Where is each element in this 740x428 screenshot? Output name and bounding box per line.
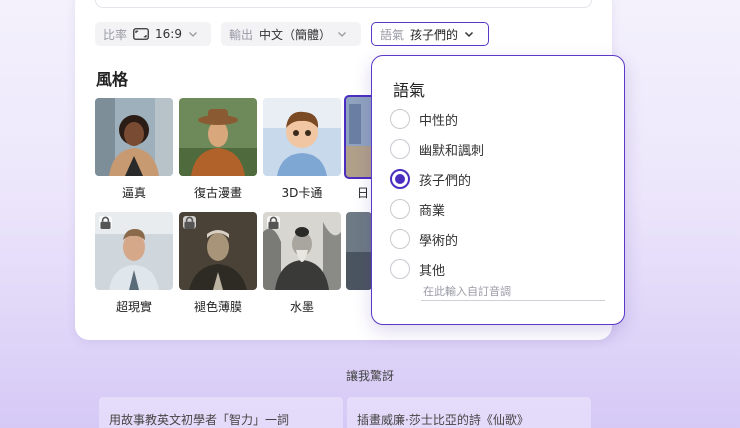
radio-button[interactable]: [390, 229, 410, 249]
radio-button-selected[interactable]: [390, 169, 410, 189]
radio-button[interactable]: [390, 109, 410, 129]
lock-icon: [267, 216, 280, 229]
ratio-dropdown[interactable]: 比率 16:9: [95, 22, 211, 46]
aspect-ratio-icon: [133, 28, 149, 40]
style-label-3d-cartoon: 3D卡通: [281, 186, 323, 200]
tone-option-label: 其他: [419, 263, 446, 279]
popover-title: 語氣: [393, 81, 426, 100]
tone-option-business[interactable]: 商業: [390, 198, 445, 220]
partial-style-image-2: [346, 212, 372, 290]
style-thumb-surreal[interactable]: [95, 212, 173, 290]
custom-tone-input[interactable]: [421, 283, 605, 301]
style-label-surreal: 超現實: [115, 300, 152, 314]
tone-option-label: 孩子們的: [419, 173, 472, 189]
tone-option-childrens[interactable]: 孩子們的: [390, 168, 471, 190]
style-thumb-3d-cartoon[interactable]: [263, 98, 341, 176]
tone-value: 孩子們的: [410, 27, 459, 42]
style-label-realistic: 逼真: [121, 186, 146, 200]
chevron-down-icon: [338, 32, 346, 37]
ratio-key: 比率: [103, 27, 128, 42]
output-value: 中文（簡體）: [259, 27, 332, 42]
surprise-me-link[interactable]: 讓我驚訝: [0, 367, 740, 384]
output-language-dropdown[interactable]: 輸出 中文（簡體）: [221, 22, 361, 46]
style-thumb-ink-wash[interactable]: [263, 212, 341, 290]
radio-button[interactable]: [390, 139, 410, 159]
style-thumb-retro-comic[interactable]: [179, 98, 257, 176]
style-section-title: 風格: [96, 70, 129, 89]
prompt-input[interactable]: [95, 0, 592, 8]
radio-button[interactable]: [390, 199, 410, 219]
3d-cartoon-portrait-image: [263, 98, 341, 176]
tone-option-label: 幽默和諷刺: [419, 143, 485, 159]
style-label-retro-comic: 復古漫畫: [193, 186, 242, 200]
suggestion-card[interactable]: 插畫威廉·莎士比亞的詩《仙歌》: [347, 397, 591, 428]
chevron-down-icon: [189, 32, 197, 37]
tone-option-label: 中性的: [419, 113, 459, 129]
style-thumb-realistic[interactable]: [95, 98, 173, 176]
style-thumb-partial-2[interactable]: [346, 212, 372, 290]
style-thumb-faded-film[interactable]: [179, 212, 257, 290]
style-label-partial: 日: [357, 186, 370, 200]
suggestion-card[interactable]: 用故事教英文初學者「智力」一詞: [99, 397, 343, 428]
tone-option-other[interactable]: 其他: [390, 258, 445, 280]
lock-icon: [99, 216, 112, 229]
realistic-portrait-image: [95, 98, 173, 176]
output-key: 輸出: [229, 27, 254, 42]
tone-option-label: 學術的: [419, 233, 459, 249]
tone-popover: 語氣 中性的 幽默和諷刺 孩子們的 商業 學術的 其他: [371, 55, 625, 325]
lock-icon: [183, 216, 196, 229]
tone-option-academic[interactable]: 學術的: [390, 228, 458, 250]
retro-comic-portrait-image: [179, 98, 257, 176]
style-label-ink-wash: 水墨: [289, 300, 314, 314]
tone-option-humor[interactable]: 幽默和諷刺: [390, 138, 484, 160]
radio-button[interactable]: [390, 259, 410, 279]
chevron-down-icon: [465, 31, 474, 38]
tone-option-neutral[interactable]: 中性的: [390, 108, 458, 130]
tone-key: 語氣: [380, 27, 405, 42]
ratio-value: 16:9: [155, 27, 182, 41]
style-label-faded-film: 褪色薄膜: [193, 300, 242, 314]
tone-dropdown[interactable]: 語氣 孩子們的: [371, 22, 489, 46]
tone-option-label: 商業: [419, 203, 446, 219]
